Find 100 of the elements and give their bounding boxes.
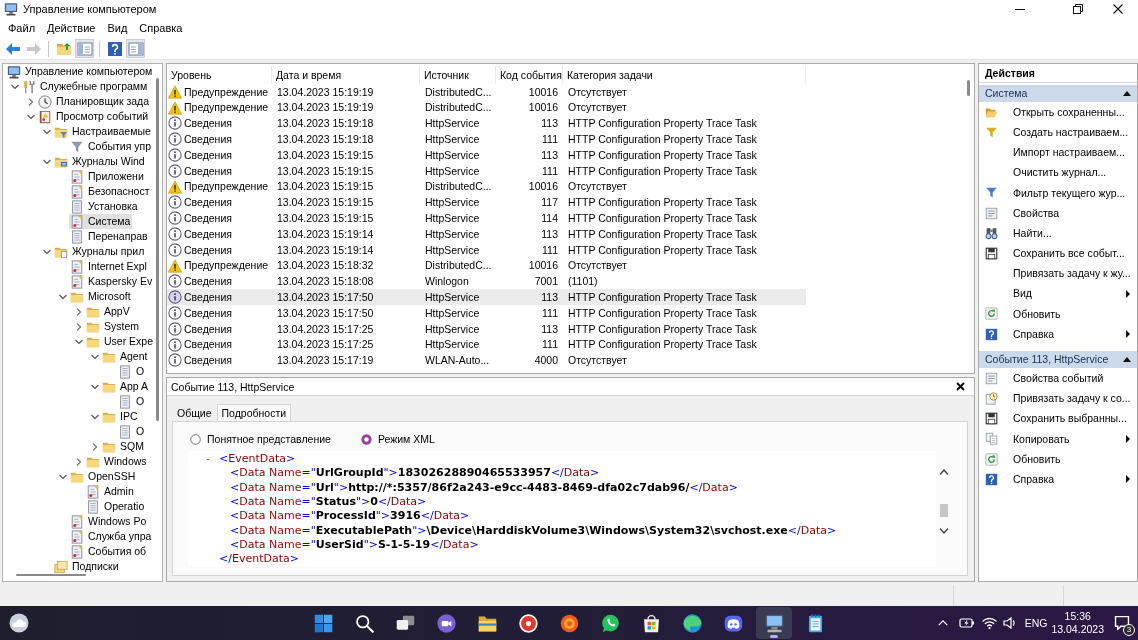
action-item[interactable]: Привязать задачу к со... xyxy=(979,388,1137,409)
tree-item[interactable]: Установка xyxy=(69,199,140,214)
menu-item[interactable]: Действие xyxy=(41,18,102,38)
action-item[interactable]: Копировать xyxy=(979,428,1137,449)
column-header[interactable]: Категория задачи xyxy=(563,66,806,84)
tree-item[interactable]: Планировщик зада xyxy=(37,94,152,109)
table-row[interactable]: Сведения 13.04.2023 15:17:25 HttpService 113 HTTP Configuration Property Trace Task xyxy=(167,320,806,337)
tree-item[interactable]: Agent xyxy=(101,349,150,364)
tree-item[interactable]: App A xyxy=(101,379,151,394)
tab[interactable]: Общие xyxy=(172,404,217,421)
cloud-icon[interactable] xyxy=(9,613,29,633)
chevron-right-icon[interactable] xyxy=(75,322,83,331)
action-item[interactable]: Привязать задачу к жу... xyxy=(979,263,1137,284)
table-row[interactable]: Сведения 13.04.2023 15:19:14 HttpService 113 HTTP Configuration Property Trace Task xyxy=(167,226,806,242)
tree-item[interactable]: Система xyxy=(69,214,133,229)
tree-item[interactable]: Служба упра xyxy=(69,529,154,544)
action-item[interactable]: Справка xyxy=(979,324,1137,345)
scrollbar-thumb[interactable] xyxy=(967,80,970,96)
scrollbar-thumb[interactable] xyxy=(156,78,159,421)
tree-item[interactable]: Internet Expl xyxy=(69,259,149,274)
menu-item[interactable]: Справка xyxy=(133,18,189,38)
tree-item[interactable]: O xyxy=(117,394,147,409)
table-row[interactable]: Сведения 13.04.2023 15:19:18 HttpService 113 HTTP Configuration Property Trace Task xyxy=(167,115,806,132)
tree-item[interactable]: Перенаправ xyxy=(69,229,150,244)
tree-item[interactable]: Журналы Wind xyxy=(53,154,147,169)
tree-item[interactable]: Журналы прил xyxy=(53,244,147,259)
action-item[interactable]: Найти... xyxy=(979,223,1137,244)
table-row[interactable]: Сведения 13.04.2023 15:19:15 HttpService 111 HTTP Configuration Property Trace Task xyxy=(167,163,806,179)
wifi-icon[interactable] xyxy=(981,616,997,630)
tree-item[interactable]: События упр xyxy=(69,139,154,154)
action-item[interactable]: Обновить xyxy=(979,303,1137,325)
table-row[interactable]: Сведения 13.04.2023 15:19:15 HttpService 114 HTTP Configuration Property Trace Task xyxy=(167,210,806,227)
tree-item[interactable]: Microsoft xyxy=(69,289,133,304)
tree-item[interactable]: SQM xyxy=(101,439,146,454)
tree-item[interactable]: События об xyxy=(69,544,149,559)
tree-item[interactable]: Просмотр событий xyxy=(37,109,151,124)
scrollbar-thumb[interactable] xyxy=(16,574,86,576)
table-row[interactable]: Предупреждение 13.04.2023 15:19:19 DistributedC... 10016 Отсутствует xyxy=(167,99,806,116)
column-header[interactable]: Дата и время xyxy=(272,66,420,84)
clock-time[interactable]: 15:36 xyxy=(1064,610,1091,623)
menu-item[interactable]: Файл xyxy=(2,18,42,38)
chevron-down-icon[interactable] xyxy=(11,82,19,91)
tree-item[interactable]: Admin xyxy=(85,484,136,499)
section-header[interactable]: Система xyxy=(979,85,1137,102)
table-row[interactable]: Сведения 13.04.2023 15:19:18 HttpService 111 HTTP Configuration Property Trace Task xyxy=(167,131,806,148)
chevron-right-icon[interactable] xyxy=(75,457,83,466)
action-item[interactable]: Свойства событий xyxy=(979,368,1137,389)
action-item[interactable]: Сохранить выбранны... xyxy=(979,408,1137,429)
tree-item[interactable]: Настраиваемые xyxy=(53,124,153,139)
chevron-down-icon[interactable] xyxy=(939,528,949,534)
tab[interactable]: Подробности xyxy=(216,404,292,421)
table-row[interactable]: Предупреждение 13.04.2023 15:18:32 DistributedC... 10016 Отсутствует xyxy=(167,257,806,274)
chevron-right-icon[interactable] xyxy=(91,442,99,451)
column-header[interactable]: Код события xyxy=(496,66,563,84)
tree-item[interactable]: Приложени xyxy=(69,169,146,184)
tree-item[interactable]: OpenSSH xyxy=(69,469,138,484)
collapse-toggle[interactable]: - xyxy=(206,452,219,467)
table-row[interactable]: Сведения 13.04.2023 15:17:25 HttpService 111 HTTP Configuration Property Trace Task xyxy=(167,336,806,353)
chevron-down-icon[interactable] xyxy=(43,157,51,166)
menu-item[interactable]: Вид xyxy=(101,18,134,38)
chevron-down-icon[interactable] xyxy=(27,112,35,121)
triangle-up-icon[interactable] xyxy=(1123,91,1131,96)
action-item[interactable]: Вид xyxy=(979,283,1137,304)
table-row[interactable]: Сведения 13.04.2023 15:17:19 WLAN-Auto... 4000 Отсутствует xyxy=(167,352,806,369)
action-item[interactable]: Импорт настраиваем... xyxy=(979,142,1137,163)
table-row[interactable]: Сведения 13.04.2023 15:19:15 HttpService 113 HTTP Configuration Property Trace Task xyxy=(167,147,806,163)
tree-item[interactable]: Operatio xyxy=(85,499,147,514)
clock-date[interactable]: 13.04.2023 xyxy=(1051,623,1104,636)
language-indicator[interactable]: ENG xyxy=(1024,616,1048,630)
action-item[interactable]: Фильтр текущего жур... xyxy=(979,182,1137,203)
tree-item[interactable]: System xyxy=(85,319,141,334)
table-row[interactable]: Сведения 13.04.2023 15:18:08 Winlogon 7001 (1101) xyxy=(167,273,806,290)
tree-item[interactable]: O xyxy=(117,424,147,439)
radio-label[interactable]: Режим XML xyxy=(377,432,435,446)
table-row[interactable]: Предупреждение 13.04.2023 15:19:15 DistributedC... 10016 Отсутствует xyxy=(167,178,806,195)
radio-button[interactable] xyxy=(190,433,201,445)
help-button[interactable] xyxy=(105,39,124,58)
tree-item[interactable]: Windows Po xyxy=(69,514,149,529)
tree-item[interactable]: Безопасност xyxy=(69,184,152,199)
tree-item[interactable]: Подписки xyxy=(53,559,121,574)
chevron-down-icon[interactable] xyxy=(59,472,67,481)
chevron-down-icon[interactable] xyxy=(91,382,99,391)
close-button[interactable] xyxy=(955,381,966,392)
chevron-down-icon[interactable] xyxy=(59,292,67,301)
tree-item[interactable]: O xyxy=(117,364,147,379)
chevron-down-icon[interactable] xyxy=(75,337,83,346)
radio-button[interactable] xyxy=(360,433,372,445)
tree-item[interactable]: AppV xyxy=(85,304,132,319)
chevron-down-icon[interactable] xyxy=(91,412,99,421)
chevron-right-icon[interactable] xyxy=(75,307,83,316)
table-row[interactable]: Сведения 13.04.2023 15:17:50 HttpService 111 HTTP Configuration Property Trace Task xyxy=(167,305,806,321)
chevron-down-icon[interactable] xyxy=(91,352,99,361)
action-item[interactable]: Справка xyxy=(979,469,1137,490)
table-row[interactable]: Предупреждение 13.04.2023 15:19:19 DistributedC... 10016 Отсутствует xyxy=(167,84,806,100)
speaker-icon[interactable] xyxy=(1002,617,1015,629)
chevron-up-icon[interactable] xyxy=(939,469,949,475)
tree-item[interactable]: User Expe xyxy=(85,334,156,349)
action-item[interactable]: Очистить журнал... xyxy=(979,162,1137,183)
tree-item[interactable]: Управление компьютером xyxy=(6,64,155,79)
scrollbar-thumb[interactable] xyxy=(940,504,948,517)
